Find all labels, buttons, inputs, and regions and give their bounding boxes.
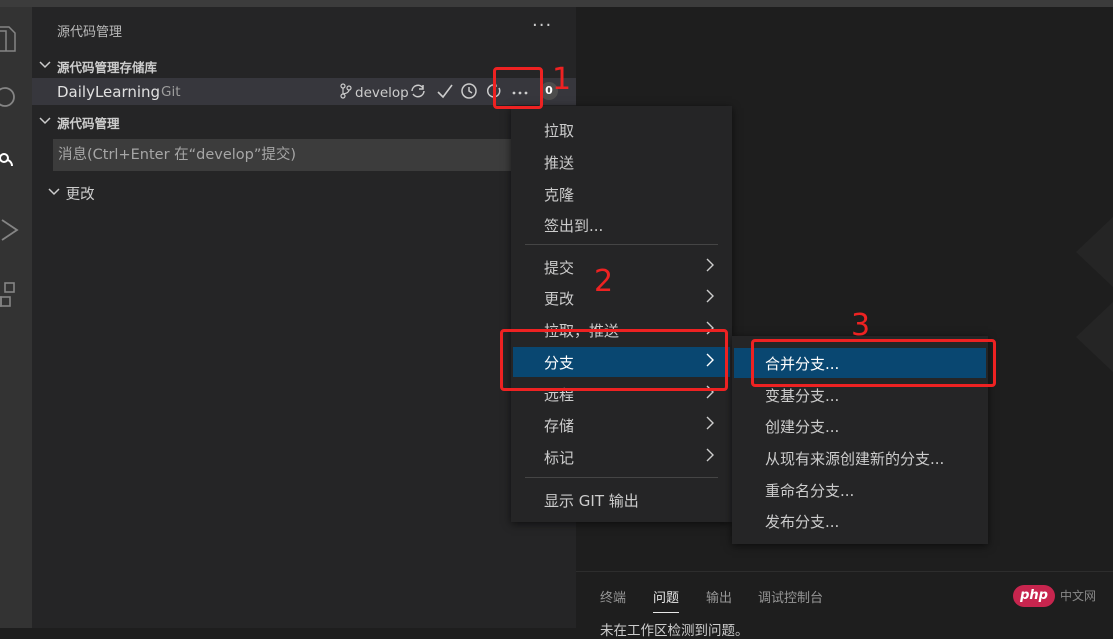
extensions-icon[interactable] xyxy=(0,277,32,317)
menu-item-stash[interactable]: 存储 xyxy=(513,410,730,440)
chevron-right-icon xyxy=(706,448,714,462)
menu-item-checkout[interactable]: 签出到... xyxy=(513,210,730,240)
activity-bar xyxy=(0,7,32,628)
scm-more-menu: 拉取 推送 克隆 签出到... 提交 更改 拉取，推送 分支 远程 存储 标记 … xyxy=(511,106,732,522)
section-scm-label: 源代码管理 xyxy=(57,116,120,131)
submenu-item-create-branch-from[interactable]: 从现有来源创建新的分支... xyxy=(734,443,986,473)
more-icon[interactable]: ··· xyxy=(532,15,552,36)
tab-output[interactable]: 输出 xyxy=(706,587,732,606)
explorer-icon[interactable] xyxy=(0,17,32,57)
submenu-item-rename-branch[interactable]: 重命名分支... xyxy=(734,475,986,505)
branch-icon xyxy=(340,83,352,103)
submenu-item-publish-branch[interactable]: 发布分支... xyxy=(734,506,986,536)
chevron-right-icon xyxy=(706,258,714,272)
sidebar-title: 源代码管理 xyxy=(57,25,123,40)
changes-label: 更改 xyxy=(65,187,95,203)
repo-type: Git xyxy=(161,84,181,100)
menu-separator xyxy=(525,477,718,478)
menu-separator xyxy=(525,244,718,245)
menu-item-commit[interactable]: 提交 xyxy=(513,252,730,282)
menu-item-show-git-output[interactable]: 显示 GIT 输出 xyxy=(513,485,730,515)
site-watermark: 中文网 xyxy=(1060,589,1097,603)
section-repositories-label: 源代码管理存储库 xyxy=(57,60,158,75)
submenu-item-create-branch[interactable]: 创建分支... xyxy=(734,411,986,441)
chevron-down-icon xyxy=(38,54,52,79)
annotation-number-1: 1 xyxy=(552,62,572,97)
branch-button[interactable]: develop xyxy=(340,83,409,103)
chevron-down-icon xyxy=(38,110,52,135)
check-icon[interactable] xyxy=(436,82,454,100)
chevron-right-icon xyxy=(706,289,714,303)
search-icon[interactable] xyxy=(0,77,32,117)
menu-item-tags[interactable]: 标记 xyxy=(513,442,730,472)
section-scm[interactable]: 源代码管理 xyxy=(32,110,576,132)
changes-group[interactable]: 更改 xyxy=(47,183,95,204)
annotation-number-3: 3 xyxy=(851,308,871,343)
chevron-right-icon xyxy=(706,416,714,430)
editor-watermark-shape xyxy=(1076,302,1113,372)
annotation-number-2: 2 xyxy=(594,264,614,299)
tab-problems[interactable]: 问题 xyxy=(653,587,680,613)
tab-terminal[interactable]: 终端 xyxy=(600,587,626,606)
annotation-box-3 xyxy=(751,339,996,387)
branch-label: develop xyxy=(355,85,409,101)
repo-name: DailyLearning xyxy=(57,83,161,101)
chevron-down-icon xyxy=(47,187,61,203)
sync-icon[interactable] xyxy=(409,82,427,100)
problems-status-text: 未在工作区检测到问题。 xyxy=(600,623,749,639)
annotation-box-1 xyxy=(493,67,543,109)
menu-item-changes[interactable]: 更改 xyxy=(513,283,730,313)
editor-watermark-shape xyxy=(1076,217,1113,287)
menu-item-push[interactable]: 推送 xyxy=(513,147,730,177)
commit-message-input[interactable] xyxy=(53,139,511,171)
menu-item-clone[interactable]: 克隆 xyxy=(513,179,730,209)
tab-debug-console[interactable]: 调试控制台 xyxy=(758,587,823,606)
menu-item-pull[interactable]: 拉取 xyxy=(513,115,730,145)
run-debug-icon[interactable] xyxy=(0,210,32,250)
history-icon[interactable] xyxy=(460,82,478,100)
php-logo: php xyxy=(1013,585,1055,607)
title-strip xyxy=(0,0,1113,7)
annotation-box-2 xyxy=(500,329,728,391)
source-control-icon[interactable] xyxy=(0,142,32,182)
